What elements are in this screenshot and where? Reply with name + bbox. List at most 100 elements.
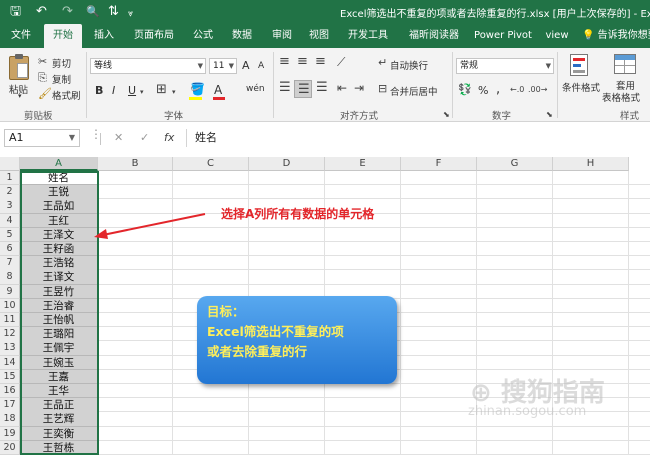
number-format-value: 常规 <box>460 61 479 71</box>
note-line-3: 或者去除重复的行 <box>207 344 308 359</box>
styles-group-label: 样式 <box>620 111 640 122</box>
borders-icon[interactable]: ⊞ <box>156 83 167 96</box>
save-icon[interactable]: 🖫 <box>10 4 21 20</box>
chevron-down-icon: ▼ <box>68 133 75 142</box>
align-middle-icon[interactable]: ≡ <box>297 55 308 68</box>
dialog-launcher-icon[interactable]: ⬊ <box>443 109 450 121</box>
decrease-indent-icon[interactable]: ⇤ <box>337 82 347 94</box>
format-as-table-button[interactable]: 表格格式 <box>602 90 640 104</box>
note-line-2: Excel筛选出不重复的项 <box>207 324 344 339</box>
dialog-launcher-icon[interactable]: ⬊ <box>546 109 553 121</box>
tab-view-en[interactable]: view <box>540 24 574 48</box>
tell-me-box[interactable]: 💡 告诉我你想要 <box>582 24 650 48</box>
chevron-down-icon: ▼ <box>197 62 203 70</box>
window-title: Excel筛选出不重复的项或者去除重复的行.xlsx [用户上次保存的] - E… <box>340 9 650 20</box>
align-left-icon[interactable]: ☰ <box>279 81 291 94</box>
redo-icon[interactable]: ↷ <box>62 4 73 20</box>
tab-data[interactable]: 数据 <box>224 24 260 48</box>
name-box[interactable]: A1 ▼ <box>4 129 80 147</box>
tab-page-layout[interactable]: 页面布局 <box>126 24 182 48</box>
shrink-font-button[interactable]: A <box>258 61 264 71</box>
conditional-formatting-button[interactable]: 条件格式 <box>562 80 600 94</box>
bold-button[interactable]: B <box>95 84 103 97</box>
sort-icon[interactable]: ⇅ <box>108 4 119 20</box>
tab-insert[interactable]: 插入 <box>86 24 122 48</box>
watermark-url: zhinan.sogou.com <box>468 404 587 419</box>
conditional-formatting-icon[interactable] <box>570 54 588 76</box>
format-painter-icon[interactable]: 🖌 <box>38 88 52 100</box>
decrease-decimal-icon[interactable]: .00→ <box>528 84 547 96</box>
wrap-text-icon[interactable]: ↵ <box>378 57 387 69</box>
lightbulb-icon: 💡 <box>582 30 595 41</box>
format-painter-button[interactable]: 格式刷 <box>52 88 81 102</box>
ribbon-tabs: 文件 开始 插入 页面布局 公式 数据 审阅 视图 开发工具 福昕阅读器 Pow… <box>0 24 650 48</box>
copy-button[interactable]: 复制 <box>52 72 71 86</box>
currency-icon[interactable]: 💱 <box>458 84 472 96</box>
tab-power-pivot[interactable]: Power Pivot <box>470 24 536 48</box>
chevron-down-icon[interactable]: ▾ <box>140 86 144 98</box>
font-size-value: 11 <box>213 61 225 71</box>
merge-center-button[interactable]: 合并后居中 <box>390 84 438 98</box>
underline-button[interactable]: U <box>128 84 136 97</box>
percent-button[interactable]: % <box>478 84 488 97</box>
tab-formulas[interactable]: 公式 <box>186 24 220 48</box>
enter-icon[interactable]: ✓ <box>140 131 149 144</box>
tab-review[interactable]: 审阅 <box>264 24 300 48</box>
font-size-select[interactable]: 11 ▼ <box>209 58 237 74</box>
phonetic-icon[interactable]: wén <box>246 84 265 94</box>
cancel-icon[interactable]: ✕ <box>114 131 123 144</box>
align-right-icon[interactable]: ☰ <box>316 81 328 94</box>
chevron-down-icon[interactable]: ▾ <box>172 86 176 98</box>
customize-quick-access-icon[interactable]: ⩔ <box>128 6 133 22</box>
tab-view[interactable]: 视图 <box>302 24 336 48</box>
tab-foxit-reader[interactable]: 福昕阅读器 <box>402 24 466 48</box>
goal-note-box: 目标： Excel筛选出不重复的项 或者去除重复的行 <box>197 296 397 384</box>
orientation-icon[interactable]: ⟋ <box>337 56 345 68</box>
divider <box>100 133 101 145</box>
fill-color-swatch <box>189 97 202 100</box>
fill-color-icon[interactable]: 🪣 <box>190 83 205 95</box>
ribbon: 粘贴 ▾ ✂ 剪切 ⎘ 复制 🖌 格式刷 剪贴板 等线 ▼ 11 ▼ A A B I… <box>0 48 650 122</box>
comma-button[interactable]: , <box>496 82 500 97</box>
wrap-text-button[interactable]: 自动换行 <box>390 58 428 72</box>
format-as-table-icon[interactable] <box>614 54 636 74</box>
annotation-text: 选择A列所有有数据的单元格 <box>221 207 375 221</box>
grow-font-button[interactable]: A <box>242 59 250 72</box>
number-format-select[interactable]: 常规 ▼ <box>456 58 554 74</box>
name-box-value: A1 <box>9 131 24 144</box>
italic-button[interactable]: I <box>112 84 115 97</box>
tab-file[interactable]: 文件 <box>4 24 38 48</box>
merge-center-icon[interactable]: ⊟ <box>378 83 387 95</box>
font-color-icon[interactable]: A <box>214 83 222 97</box>
tell-me-text: 告诉我你想要 <box>597 30 650 41</box>
undo-icon[interactable]: ↶ <box>36 4 47 20</box>
cut-icon[interactable]: ✂ <box>38 56 47 68</box>
align-center-icon: ☰ <box>298 82 310 97</box>
align-center-button[interactable]: ☰ <box>294 80 312 98</box>
chevron-down-icon: ▼ <box>545 62 551 70</box>
align-top-icon[interactable]: ≡ <box>279 55 290 68</box>
increase-indent-icon[interactable]: ⇥ <box>354 82 364 94</box>
excel-window: 🖫 ↶ ↷ 🔍 ⇅ ⩔ Excel筛选出不重复的项或者去除重复的行.xlsx [… <box>0 0 650 455</box>
formula-bar: A1 ▼ ⋮ ✕ ✓ fx 姓名 <box>0 127 650 149</box>
insert-function-icon[interactable]: fx <box>164 131 174 144</box>
annotation-arrowhead <box>94 229 108 239</box>
chevron-down-icon: ▼ <box>228 62 234 70</box>
paste-icon[interactable] <box>9 54 29 80</box>
cut-button[interactable]: 剪切 <box>52 56 71 70</box>
group-separator <box>452 52 453 118</box>
group-separator <box>557 52 558 118</box>
copy-icon[interactable]: ⎘ <box>38 72 47 84</box>
font-name-select[interactable]: 等线 ▼ <box>90 58 206 74</box>
clipboard-group-label: 剪贴板 <box>24 111 53 122</box>
tab-home[interactable]: 开始 <box>44 24 82 48</box>
font-name-value: 等线 <box>94 61 113 71</box>
tab-developer[interactable]: 开发工具 <box>340 24 396 48</box>
paste-dropdown-icon[interactable]: ▾ <box>18 92 22 100</box>
print-preview-icon[interactable]: 🔍 <box>86 4 100 20</box>
formula-input[interactable]: 姓名 <box>186 129 646 147</box>
note-line-1: 目标： <box>207 304 245 319</box>
number-group-label: 数字 <box>492 111 512 122</box>
increase-decimal-icon[interactable]: ←.0 <box>510 84 524 96</box>
align-bottom-icon[interactable]: ≡ <box>315 55 326 68</box>
